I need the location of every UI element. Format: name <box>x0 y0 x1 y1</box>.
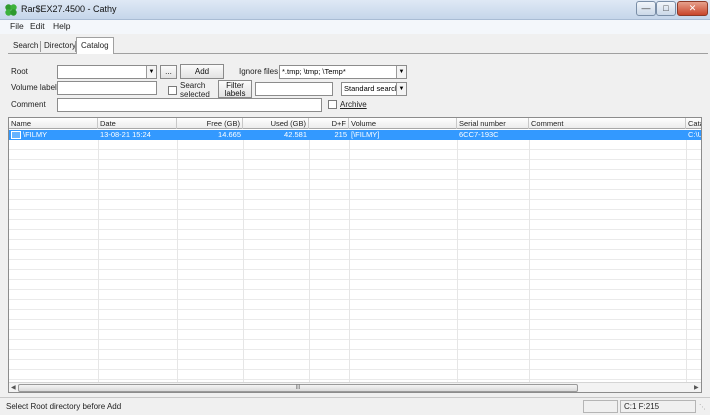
archive-checkbox[interactable] <box>328 100 337 109</box>
menu-help[interactable]: Help <box>53 21 70 31</box>
app-clover-icon <box>5 4 17 16</box>
scroll-left-icon[interactable]: ◀ <box>11 384 16 391</box>
scrollbar-thumb[interactable]: III <box>18 384 578 392</box>
column-header-date[interactable]: Date <box>98 118 177 129</box>
minimize-button[interactable]: — <box>636 1 656 16</box>
archive-label: Archive <box>340 100 367 109</box>
cell-volume: [\FILMY] <box>351 130 380 139</box>
root-combo[interactable]: ▼ <box>57 65 157 79</box>
column-header-serial[interactable]: Serial number <box>457 118 529 129</box>
table-header: Name Date Free (GB) Used (GB) D+F Volume… <box>9 118 701 129</box>
column-header-catalog[interactable]: Cata <box>686 118 701 129</box>
cell-used: 42.581 <box>284 130 307 139</box>
browse-button[interactable]: ... <box>160 65 177 79</box>
column-header-used[interactable]: Used (GB) <box>243 118 309 129</box>
table-row[interactable]: \FILMY 13-08-21 15:24 14.665 42.581 215 … <box>9 130 702 140</box>
status-panel-counts: C:1 F:215 <box>620 400 696 413</box>
catalog-table[interactable]: Name Date Free (GB) Used (GB) D+F Volume… <box>8 117 702 393</box>
title-bar[interactable]: Rar$EX27.4500 - Cathy — □ ✕ <box>0 0 710 20</box>
comment-input[interactable] <box>57 98 322 112</box>
cell-df: 215 <box>334 130 347 139</box>
column-header-comment[interactable]: Comment <box>529 118 686 129</box>
comment-label: Comment <box>11 100 46 109</box>
close-button[interactable]: ✕ <box>677 1 708 16</box>
status-message: Select Root directory before Add <box>6 402 122 411</box>
cell-comment <box>529 130 686 140</box>
table-body: \FILMY 13-08-21 15:24 14.665 42.581 215 … <box>9 130 702 382</box>
filter-input[interactable] <box>255 82 333 96</box>
volume-label-label: Volume label <box>11 83 57 92</box>
status-bar: Select Root directory before Add C:1 F:2… <box>0 397 710 415</box>
scroll-right-icon[interactable]: ▶ <box>694 384 699 391</box>
maximize-icon: □ <box>663 3 669 13</box>
cell-serial: 6CC7-193C <box>459 130 499 139</box>
root-label: Root <box>11 67 28 76</box>
tab-separator <box>40 41 41 52</box>
search-selected-label: Search selected <box>180 81 210 99</box>
row-gridlines <box>9 130 701 382</box>
tab-catalog[interactable]: Catalog <box>76 37 114 54</box>
menu-file[interactable]: File <box>10 21 24 31</box>
horizontal-scrollbar[interactable]: ◀ III ▶ <box>9 382 701 392</box>
column-header-name[interactable]: Name <box>9 118 98 129</box>
chevron-down-icon[interactable]: ▼ <box>396 66 406 78</box>
ignore-files-value: *.tmp; \tmp; \Temp* <box>282 67 346 76</box>
tab-directory[interactable]: Directory <box>44 40 76 54</box>
search-mode-value: Standard search <box>344 84 400 93</box>
ignore-files-label: Ignore files <box>239 67 279 76</box>
chevron-down-icon[interactable]: ▼ <box>396 83 406 95</box>
filter-labels-button[interactable]: Filter labels <box>218 80 252 98</box>
add-button[interactable]: Add <box>180 64 224 79</box>
minimize-icon: — <box>641 3 651 13</box>
search-selected-checkbox[interactable] <box>168 86 177 95</box>
column-header-volume[interactable]: Volume <box>349 118 457 129</box>
menu-bar: File Edit Help <box>0 20 710 34</box>
chevron-down-icon[interactable]: ▼ <box>146 66 156 78</box>
cell-free: 14.665 <box>218 130 241 139</box>
close-icon: ✕ <box>688 3 697 13</box>
maximize-button[interactable]: □ <box>656 1 676 16</box>
resize-grip-icon[interactable]: ⋱ <box>699 403 706 411</box>
volume-label-input[interactable] <box>57 81 157 95</box>
ignore-files-combo[interactable]: *.tmp; \tmp; \Temp* ▼ <box>279 65 407 79</box>
cell-name: \FILMY <box>23 130 48 139</box>
window-title: Rar$EX27.4500 - Cathy <box>21 4 117 14</box>
catalog-row-icon <box>11 131 21 139</box>
tab-search[interactable]: Search <box>13 40 38 54</box>
cell-date: 13-08-21 15:24 <box>100 130 151 139</box>
menu-edit[interactable]: Edit <box>30 21 45 31</box>
search-mode-combo[interactable]: Standard search ▼ <box>341 82 407 96</box>
column-header-df[interactable]: D+F <box>309 118 349 129</box>
column-header-free[interactable]: Free (GB) <box>177 118 243 129</box>
status-panel-empty <box>583 400 618 413</box>
cell-catalog: C:\U <box>688 130 702 139</box>
